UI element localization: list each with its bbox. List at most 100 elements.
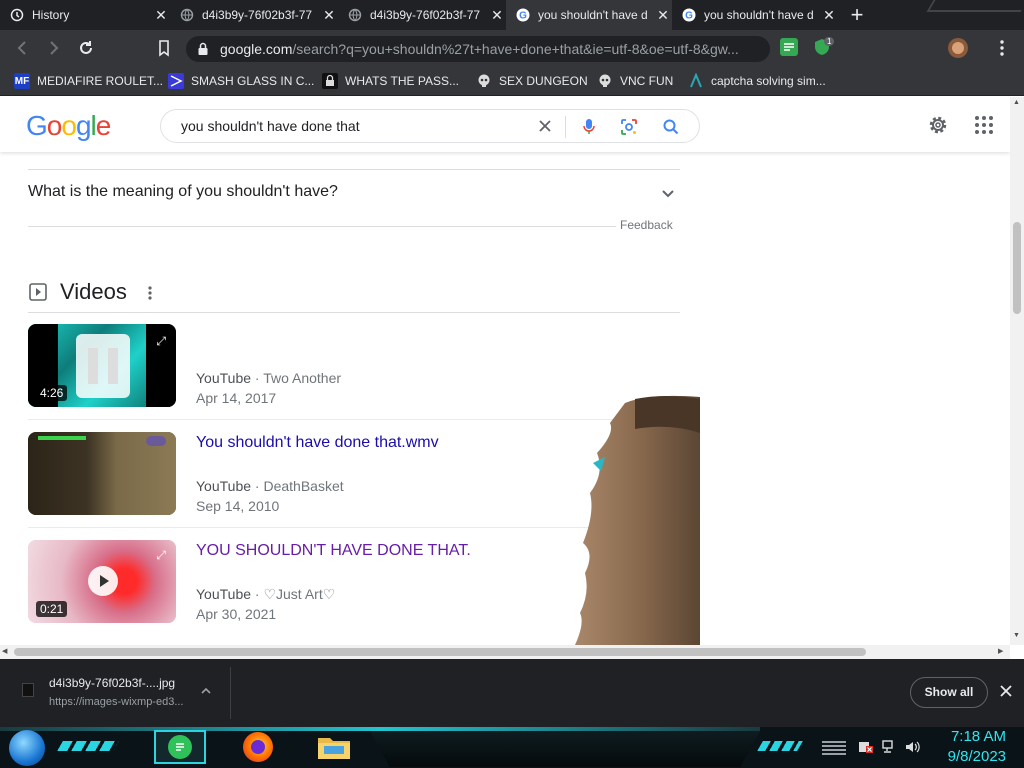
vertical-scrollbar[interactable]: ▲ ▼ (1010, 97, 1024, 645)
svg-text:G: G (519, 11, 527, 22)
file-explorer-icon[interactable] (314, 732, 354, 762)
close-icon[interactable]: ✕ (320, 7, 338, 24)
bookmark-icon[interactable] (154, 38, 174, 58)
video-title-link[interactable]: YOU SHOULDN'T HAVE DONE THAT. (196, 542, 471, 560)
video-title-link[interactable]: You shouldn't have done that.wmv (196, 434, 439, 452)
reload-icon[interactable] (76, 38, 96, 58)
scroll-thumb[interactable] (14, 648, 866, 656)
close-icon[interactable]: ✕ (820, 7, 838, 24)
scroll-up-icon[interactable]: ▲ (1013, 99, 1020, 106)
feedback-link[interactable]: Feedback (620, 218, 673, 232)
close-icon[interactable]: ✕ (488, 7, 506, 24)
firefox-icon[interactable] (243, 732, 273, 762)
google-icon: G (682, 8, 696, 22)
show-all-button[interactable]: Show all (910, 677, 988, 708)
bookmark-sex-dungeon[interactable]: SEX DUNGEON (476, 72, 588, 90)
bookmark-mediafire[interactable]: MF MEDIAFIRE ROULET... (14, 72, 163, 90)
divider (28, 226, 616, 227)
tab-history[interactable]: History ✕ (0, 0, 170, 30)
lens-icon[interactable] (619, 117, 639, 137)
video-thumbnail[interactable]: ⤢ 4:26 (28, 324, 176, 407)
bookmark-label: VNC FUN (620, 74, 674, 88)
clear-icon[interactable] (537, 118, 553, 134)
security-warning-icon[interactable] (858, 739, 874, 755)
gear-icon[interactable] (926, 113, 950, 137)
web-page: What is the meaning of you shouldn't hav… (0, 97, 1010, 645)
taskbar-panel (370, 731, 760, 767)
clock-time[interactable]: 7:18 AM (930, 728, 1006, 745)
play-icon (88, 566, 118, 596)
scroll-down-icon[interactable]: ▼ (1013, 632, 1020, 639)
forward-icon[interactable] (44, 38, 64, 58)
extension-shield-icon[interactable]: 1 (813, 37, 835, 57)
bookmark-captcha[interactable]: captcha solving sim... (688, 72, 826, 90)
video-thumbnail[interactable] (28, 432, 176, 515)
download-bar: d4i3b9y-76f02b3f-....jpg https://images-… (0, 659, 1024, 727)
horizontal-scrollbar[interactable]: ◀ ▶ (0, 645, 1010, 659)
tab-strip: History ✕ d4i3b9y-76f02b3f-77 ✕ d4i3b9y-… (0, 0, 1024, 30)
tab-title: you shouldn't have d (704, 8, 814, 22)
video-duration: 4:26 (36, 385, 68, 401)
tab-google-search[interactable]: G you shouldn't have d ✕ (672, 0, 838, 30)
close-icon[interactable]: ✕ (152, 7, 170, 24)
address-path: /search?q=you+shouldn%27t+have+done+that… (292, 41, 739, 57)
globe-icon (180, 8, 194, 22)
video-date: Apr 30, 2021 (196, 606, 277, 622)
tab-title: d4i3b9y-76f02b3f-77 (202, 8, 313, 22)
scroll-right-icon[interactable]: ▶ (998, 647, 1003, 655)
volume-icon[interactable] (904, 739, 922, 755)
tab-image-2[interactable]: d4i3b9y-76f02b3f-77 ✕ (338, 0, 506, 30)
video-source: YouTube · Two Another (196, 370, 342, 386)
window-frame-decoration (926, 0, 1024, 12)
divider (28, 169, 680, 170)
close-icon[interactable] (998, 683, 1014, 699)
decoration-chevrons (57, 741, 119, 751)
overlay-image-fragment (575, 393, 700, 645)
tab-title: d4i3b9y-76f02b3f-77 (370, 8, 481, 22)
os-taskbar: 7:18 AM 9/8/2023 (0, 727, 1024, 768)
search-box[interactable]: you shouldn't have done that (160, 109, 700, 143)
profile-avatar[interactable] (948, 38, 968, 58)
video-icon (28, 282, 48, 302)
start-button[interactable] (9, 730, 45, 766)
mic-icon[interactable] (581, 117, 597, 137)
taskbar-app-notes[interactable] (154, 730, 206, 764)
scroll-thumb[interactable] (1013, 222, 1021, 314)
scroll-left-icon[interactable]: ◀ (2, 647, 7, 655)
lock-icon (186, 42, 220, 56)
search-input[interactable]: you shouldn't have done that (181, 118, 360, 134)
tab-title: you shouldn't have d (538, 8, 648, 22)
search-icon[interactable] (661, 117, 681, 137)
svg-text:Google: Google (26, 110, 111, 141)
video-thumbnail[interactable]: ⤢ 0:21 (28, 540, 176, 623)
address-bar[interactable]: google.com /search?q=you+shouldn%27t+hav… (186, 36, 770, 62)
bookmark-whats-the-pass[interactable]: WHATS THE PASS... (322, 72, 459, 90)
extension-notes-icon[interactable] (780, 38, 798, 56)
new-tab-button[interactable]: + (845, 2, 869, 28)
menu-icon[interactable] (992, 38, 1012, 58)
chevron-up-icon[interactable] (198, 683, 214, 699)
bookmarks-bar: MF MEDIAFIRE ROULET... SMASH GLASS IN C.… (0, 66, 1024, 96)
tab-google-search-active[interactable]: G you shouldn't have d ✕ (506, 0, 672, 30)
address-domain: google.com (220, 41, 293, 57)
glass-icon (168, 73, 184, 89)
tab-image-1[interactable]: d4i3b9y-76f02b3f-77 ✕ (170, 0, 338, 30)
lock-icon (322, 73, 338, 89)
caret-icon (688, 73, 704, 89)
bookmark-vnc-fun[interactable]: VNC FUN (597, 72, 673, 90)
back-icon[interactable] (12, 38, 32, 58)
close-icon[interactable]: ✕ (654, 7, 672, 24)
google-logo[interactable]: Google (26, 109, 116, 150)
download-filename[interactable]: d4i3b9y-76f02b3f-....jpg (49, 676, 175, 690)
apps-grid-icon[interactable] (974, 115, 994, 135)
network-icon[interactable] (881, 739, 897, 755)
tray-overflow-icon[interactable] (822, 741, 846, 755)
bookmark-smash-glass[interactable]: SMASH GLASS IN C... (168, 72, 314, 90)
svg-text:G: G (685, 11, 693, 22)
more-options-icon[interactable] (142, 283, 158, 303)
expand-icon: ⤢ (156, 334, 166, 348)
clock-date[interactable]: 9/8/2023 (930, 748, 1006, 765)
notes-icon (168, 735, 192, 759)
tab-title: History (32, 8, 70, 22)
faq-question[interactable]: What is the meaning of you shouldn't hav… (28, 183, 680, 205)
